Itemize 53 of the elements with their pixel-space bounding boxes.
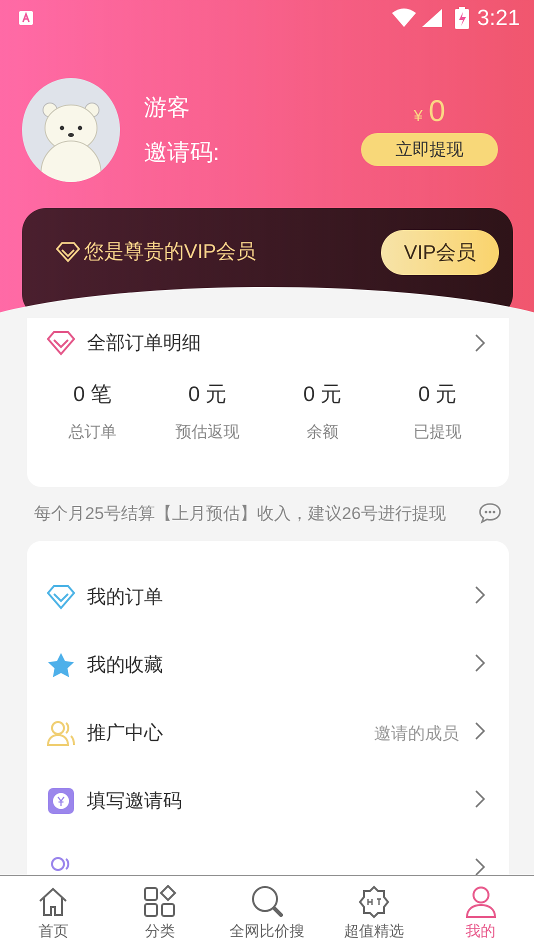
- menu-hint: 邀请的成员: [374, 722, 459, 744]
- stat-value: 0 元: [418, 382, 457, 408]
- invite-code-label: 邀请码:: [144, 138, 220, 167]
- menu-label: 我的订单: [87, 586, 164, 610]
- user-icon: [464, 885, 498, 919]
- menu-label: 填写邀请码: [87, 790, 183, 814]
- vip-message: 您是尊贵的VIP会员: [84, 240, 256, 265]
- balance-amount: 0: [428, 94, 446, 128]
- chevron-icon: [475, 654, 485, 672]
- withdraw-button[interactable]: 立即提现: [361, 132, 498, 166]
- user-name: 游客: [144, 93, 191, 122]
- chevron-icon: [475, 790, 485, 808]
- menu-item[interactable]: 我的收藏: [47, 631, 485, 699]
- stat-label: 余额: [306, 422, 338, 443]
- chevron-icon: [475, 586, 485, 604]
- vip-member-button[interactable]: VIP会员: [381, 230, 499, 275]
- diamond-icon: [47, 330, 75, 356]
- chevron-icon: [475, 858, 485, 875]
- diamond-icon: [47, 584, 75, 610]
- clock-time: 3:21: [477, 5, 520, 31]
- stat-value: 0 元: [188, 382, 227, 408]
- menu-item[interactable]: 我的订单: [47, 563, 485, 631]
- chat-bubble-icon: [478, 502, 502, 524]
- tab-item[interactable]: 首页: [0, 876, 107, 950]
- wifi-icon: [391, 8, 418, 28]
- star-icon: [47, 652, 75, 678]
- battery-icon: [455, 7, 470, 29]
- grid-icon: [143, 885, 178, 919]
- stat-value: 0 元: [303, 382, 342, 408]
- tab-item[interactable]: 分类: [106, 876, 214, 950]
- chevron-icon: [475, 722, 485, 740]
- stat-label: 已提现: [414, 423, 462, 443]
- stat-label: 预估返现: [176, 422, 240, 443]
- currency-symbol: ¥: [414, 108, 423, 126]
- all-orders-row[interactable]: 全部订单明细: [47, 318, 485, 368]
- menu-item[interactable]: 推广中心 邀请的成员: [47, 699, 485, 767]
- menu-label: 推广中心: [87, 722, 164, 746]
- tab-item[interactable]: 全网比价搜: [214, 876, 320, 950]
- menu-item[interactable]: 填写邀请码: [47, 767, 485, 835]
- tab-item[interactable]: 超值精选: [320, 876, 428, 950]
- app-notification-icon: [18, 10, 34, 26]
- stat-label: 总订单: [68, 423, 116, 443]
- stat-value: 0 笔: [73, 382, 112, 408]
- row-label: 全部订单明细: [87, 332, 202, 356]
- diamond-icon: [56, 240, 80, 262]
- signal-icon: [421, 8, 444, 28]
- settlement-notice: 每个月25号结算【上月预估】收入，建议26号进行提现: [34, 502, 447, 524]
- search-icon: [250, 885, 284, 919]
- chevron-icon: [475, 334, 485, 352]
- people-icon: [47, 720, 75, 746]
- coupon-icon: [48, 788, 74, 814]
- hot-badge-icon: [356, 885, 391, 919]
- menu-label: 我的收藏: [87, 654, 164, 678]
